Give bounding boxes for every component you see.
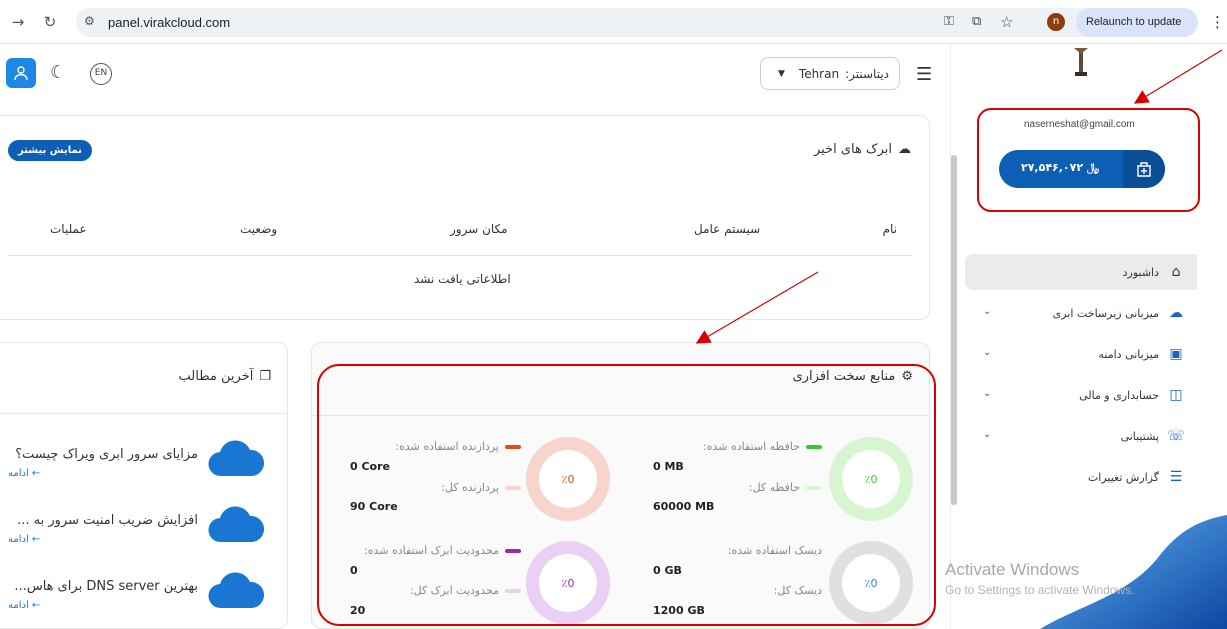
sidebar-item-label: میزبانی زیرساخت ابری xyxy=(1052,306,1159,320)
changelog-icon: ☰ xyxy=(1169,469,1183,485)
chevron-down-icon: ▼ xyxy=(777,68,785,79)
windows-watermark-title: Activate Windows xyxy=(945,560,1080,579)
dark-mode-moon-icon[interactable]: ☾ xyxy=(50,62,66,83)
sidebar-item-dashboard[interactable]: ⌂ داشبورد xyxy=(965,254,1197,290)
hamburger-menu-icon[interactable]: ☰ xyxy=(916,64,932,85)
chevron-down-icon[interactable]: ⌄ xyxy=(983,306,991,317)
sidebar-item-label: داشبورد xyxy=(1122,265,1159,279)
article-more-link[interactable]: ادامه ← xyxy=(8,600,40,611)
column-header-location: مکان سرور xyxy=(450,222,508,236)
article-title[interactable]: مزایای سرور ابری ویراک چیست؟ xyxy=(15,447,198,462)
scrollbar-thumb[interactable] xyxy=(951,155,957,505)
article-more-link[interactable]: ادامه ← xyxy=(8,468,40,479)
articles-divider xyxy=(0,413,286,414)
annotation-box-hardware xyxy=(317,364,936,626)
cloud-thumbnail-icon xyxy=(208,572,265,609)
language-toggle-button[interactable]: EN xyxy=(90,63,112,85)
chevron-down-icon[interactable]: ⌄ xyxy=(983,347,991,358)
empty-state-text: اطلاعاتی یافت نشد xyxy=(414,272,511,286)
wallet-icon: ◫ xyxy=(1169,387,1183,403)
datacenter-value: Tehran xyxy=(798,66,840,81)
domain-icon: ▣ xyxy=(1169,346,1183,362)
articles-title: آخرین مطالب xyxy=(178,369,254,384)
chevron-down-icon[interactable]: ⌄ xyxy=(983,429,991,440)
cloud-icon: ☁ xyxy=(1169,305,1183,321)
sidebar-item-label: گزارش تغییرات xyxy=(1087,470,1159,484)
support-icon: ☏ xyxy=(1167,428,1185,444)
sidebar-item-accounting[interactable]: ◫ حسابداری و مالی xyxy=(965,377,1197,413)
article-title[interactable]: بهترین DNS server برای هاس... xyxy=(14,579,198,594)
datacenter-select[interactable]: دیتاسنتر: Tehran ▼ xyxy=(760,57,900,90)
bookmark-star-icon[interactable]: ☆ xyxy=(1000,13,1013,31)
site-settings-icon[interactable]: ⚙ xyxy=(84,14,95,28)
sidebar-item-label: میزبانی دامنه xyxy=(1098,347,1159,361)
table-divider xyxy=(8,255,912,256)
sidebar-item-changelog[interactable]: ☰ گزارش تغییرات xyxy=(965,459,1197,495)
sidebar-item-domain-hosting[interactable]: ▣ میزبانی دامنه xyxy=(965,336,1197,372)
cloud-thumbnail-icon xyxy=(208,506,265,543)
sidebar-item-support[interactable]: ☏ پشتیبانی xyxy=(965,418,1197,454)
address-bar[interactable]: ⚙ panel.virakcloud.com ⚿ ⧉ ☆ xyxy=(76,8,1112,37)
cloud-icon: ☁ xyxy=(898,142,911,157)
sidebar-item-cloud-hosting[interactable]: ☁ میزبانی زیرساخت ابری xyxy=(965,295,1197,331)
article-title[interactable]: افزایش ضریب امنیت سرور به ... xyxy=(17,513,198,528)
annotation-arrow xyxy=(1133,49,1223,104)
logo-mark xyxy=(1072,46,1090,78)
user-profile-button[interactable] xyxy=(6,58,36,88)
browser-toolbar: → ↻ ⚙ panel.virakcloud.com ⚿ ⧉ ☆ n Relau… xyxy=(0,0,1227,44)
column-header-actions: عملیات xyxy=(50,222,87,236)
menu-kebab-icon[interactable]: ⋮ xyxy=(1210,12,1225,32)
show-more-button[interactable]: نمایش بیشتر xyxy=(8,140,92,161)
sidebar-item-label: حسابداری و مالی xyxy=(1079,388,1159,402)
relaunch-button[interactable]: Relaunch to update xyxy=(1076,8,1198,37)
annotation-box-wallet xyxy=(977,108,1200,212)
profile-avatar[interactable]: n xyxy=(1047,13,1065,31)
recent-clouds-card: ☁ ابرک های اخیر نمایش بیشتر نام سیستم عا… xyxy=(0,115,930,320)
url-text[interactable]: panel.virakcloud.com xyxy=(108,15,230,30)
sidebar-item-label: پشتیبانی xyxy=(1120,429,1159,443)
column-header-os: سیستم عامل xyxy=(694,222,761,236)
column-header-status: وضعیت xyxy=(240,222,278,236)
windows-watermark-subtitle: Go to Settings to activate Windows. xyxy=(945,583,1135,597)
recent-clouds-title: ابرک های اخیر xyxy=(813,142,892,157)
cast-icon[interactable]: ⧉ xyxy=(972,14,981,29)
recent-clouds-header: ☁ ابرک های اخیر xyxy=(814,142,911,157)
datacenter-label: دیتاسنتر: xyxy=(845,66,889,81)
key-icon[interactable]: ⚿ xyxy=(944,14,954,29)
chevron-down-icon[interactable]: ⌄ xyxy=(983,388,991,399)
home-icon: ⌂ xyxy=(1171,264,1181,280)
reload-icon[interactable]: ↻ xyxy=(40,12,60,32)
forward-icon[interactable]: → xyxy=(8,12,28,32)
cloud-thumbnail-icon xyxy=(208,440,265,477)
article-icon: ❐ xyxy=(259,369,271,384)
articles-header: ❐ آخرین مطالب xyxy=(179,369,271,384)
article-more-link[interactable]: ادامه ← xyxy=(8,534,40,545)
user-icon xyxy=(14,66,28,81)
column-header-name: نام xyxy=(882,222,897,236)
